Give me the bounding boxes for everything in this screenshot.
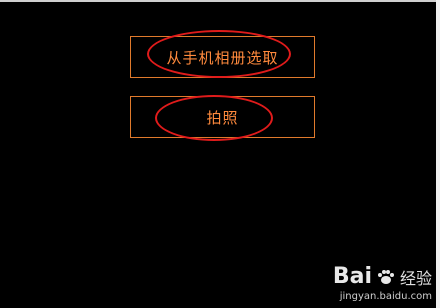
right-border [436, 0, 440, 308]
watermark-url: jingyan.baidu.com [339, 291, 432, 302]
choose-from-album-label: 从手机相册选取 [166, 48, 279, 67]
choose-from-album-button[interactable]: 从手机相册选取 [130, 36, 315, 78]
take-photo-label: 拍照 [206, 108, 239, 127]
watermark-logo-text: Bai [332, 264, 372, 289]
paw-icon [377, 269, 394, 284]
top-border [0, 0, 440, 2]
baidu-jingyan-watermark: Bai 经验 jingyan.baidu.com [333, 264, 432, 302]
take-photo-button[interactable]: 拍照 [130, 96, 315, 138]
watermark-jingyan-text: 经验 [399, 268, 432, 288]
